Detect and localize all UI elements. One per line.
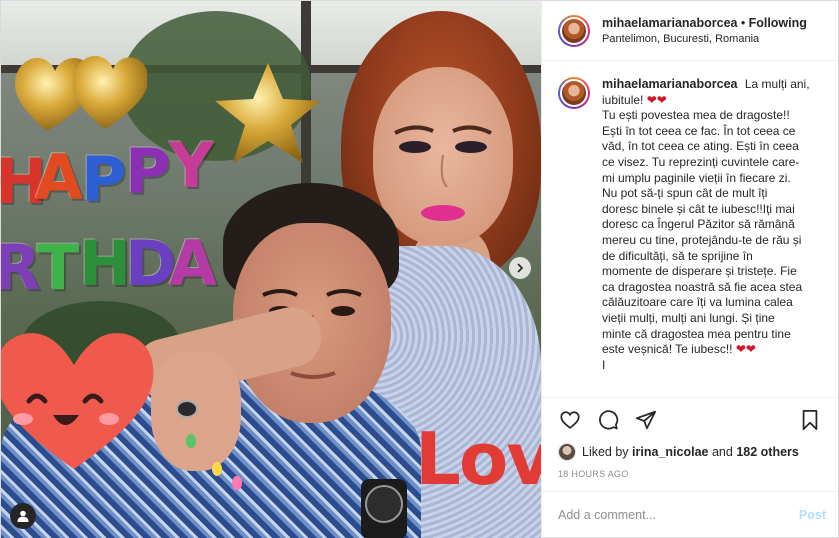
caption-line: văd, în tot ceea ce ating. Ești în ceea xyxy=(602,139,799,154)
caption-line: minte că dragostea mea pentru tine xyxy=(602,326,791,341)
separator-dot: • xyxy=(740,15,746,30)
caption-line: călăuzitoare care îți va lumina calea xyxy=(602,295,793,310)
author-username[interactable]: mihaelamarianaborcea xyxy=(602,16,738,30)
next-arrow-icon xyxy=(517,263,524,273)
caption-body: mihaelamarianaborcea La mulți ani, iubit… xyxy=(602,77,810,373)
caption-line: vieții mulți, mulți ani lungi. Și ține xyxy=(602,310,775,325)
caption-line: I xyxy=(602,357,606,372)
caption-text: mihaelamarianaborcea La mulți ani, iubit… xyxy=(602,77,810,373)
ring-and-nails xyxy=(176,400,242,490)
caption-line: La mulți ani, xyxy=(744,77,810,91)
speech-bubble-icon xyxy=(599,409,619,429)
caption-line: de dificultăți, să te sprijine în xyxy=(602,248,753,263)
balloon-letter: A xyxy=(35,141,83,214)
author-info: mihaelamarianaborcea • Following Panteli… xyxy=(602,15,807,47)
gold-star-balloon xyxy=(215,63,321,163)
caption-line: iubitule! ❤❤ xyxy=(602,92,667,107)
comments-section: mihaelamarianaborcea La mulți ani, iubit… xyxy=(542,61,838,397)
liker-avatar[interactable] xyxy=(558,443,576,461)
caption-author-avatar[interactable] xyxy=(558,77,590,109)
balloon-letter: Y xyxy=(169,129,214,202)
balloon-letter: P xyxy=(125,135,171,208)
caption-line: doresc binele și cât te iubesc!!Iți mai xyxy=(602,201,795,216)
caption-line: este veșnică! Te iubesc!! ❤❤ xyxy=(602,342,756,357)
post-timestamp[interactable]: 18 HOURS AGO xyxy=(542,463,838,491)
caption-line: Ești în tot ceea ce fac. În tot ceea ce xyxy=(602,123,796,138)
post-side-panel: mihaelamarianaborcea • Following Panteli… xyxy=(541,1,838,537)
heart-sticker xyxy=(1,333,154,469)
like-button[interactable] xyxy=(554,404,586,436)
post-comment-button[interactable]: Post xyxy=(799,508,826,522)
likes-prefix: Liked by xyxy=(582,445,629,459)
tagged-users-button[interactable] xyxy=(10,503,36,529)
following-button[interactable]: Following xyxy=(749,16,807,30)
comment-input[interactable] xyxy=(558,507,799,522)
caption-line: ca dragostea noastră să fie acea stea xyxy=(602,279,803,294)
caption-line: Nu pot să-ți spun cât de mult îți xyxy=(602,186,768,201)
balloon-letter: R xyxy=(1,231,41,304)
wristwatch-face xyxy=(365,485,403,523)
caption-line: momente de disperare și tristețe. Fie xyxy=(602,264,797,279)
likes-conjunction: and xyxy=(711,445,733,459)
likes-summary: Liked by irina_nicolae and 182 others xyxy=(542,441,838,463)
liker-username[interactable]: irina_nicolae xyxy=(632,445,708,459)
likes-others-link[interactable]: 182 others xyxy=(736,445,799,459)
comment-form: Post xyxy=(542,491,838,537)
post-actions xyxy=(542,397,838,441)
caption-username[interactable]: mihaelamarianaborcea xyxy=(602,77,738,91)
heart-outline-icon xyxy=(560,410,580,429)
love-overlay-text: Lov xyxy=(415,417,541,501)
carousel-indicator[interactable] xyxy=(509,257,531,279)
bookmark-icon xyxy=(802,409,818,430)
author-avatar[interactable] xyxy=(558,14,590,47)
post-modal: H A P P Y R T H D A Lov mihaelamarianabo… xyxy=(0,0,839,538)
user-tag-icon xyxy=(17,510,29,522)
gold-heart-balloons xyxy=(14,56,147,131)
balloon-letter: H xyxy=(79,227,131,300)
caption-line: doresc ca Îngerul Păzitor să rămână xyxy=(602,217,795,232)
balloon-letter: P xyxy=(81,143,127,216)
caption-line: mereu cu tine, protejându-te de rău și xyxy=(602,232,802,247)
caption-line: mi umplu paginile vieții în fiecare zi. xyxy=(602,170,791,185)
caption-line: ce visez. Tu reprezinți cuvintele care- xyxy=(602,154,800,169)
paper-plane-icon xyxy=(635,410,657,429)
post-location[interactable]: Pantelimon, Bucuresti, Romania xyxy=(602,31,807,47)
caption: mihaelamarianaborcea La mulți ani, iubit… xyxy=(558,77,822,373)
save-button[interactable] xyxy=(794,404,826,436)
post-photo[interactable]: H A P P Y R T H D A Lov xyxy=(1,1,541,538)
post-header: mihaelamarianaborcea • Following Panteli… xyxy=(542,1,838,61)
share-button[interactable] xyxy=(630,404,662,436)
woman-features xyxy=(394,125,492,221)
caption-line: Tu ești povestea mea de dragoste!! xyxy=(602,108,790,123)
balloon-letter: T xyxy=(37,231,80,304)
balloon-letter: A xyxy=(169,227,217,300)
comment-button[interactable] xyxy=(592,404,624,436)
